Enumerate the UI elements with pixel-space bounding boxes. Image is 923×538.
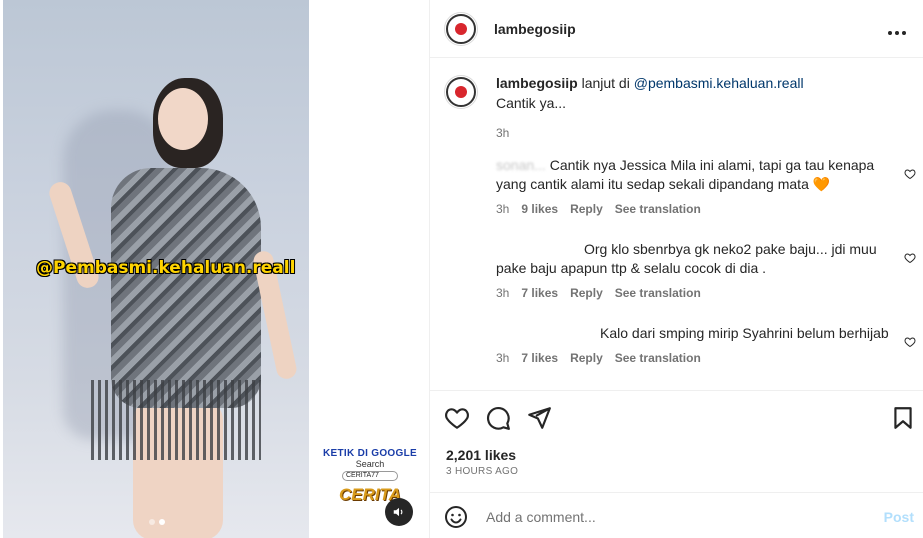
comment-text: Kalo dari smping mirip Syahrini belum be… <box>600 325 889 341</box>
carousel-dots <box>149 519 165 525</box>
comment-username[interactable]: sonan... <box>496 157 546 173</box>
comment-item: Org klo sbenrbya gk neko2 pake baju... j… <box>496 240 896 303</box>
comment-likes[interactable]: 9 likes <box>521 200 558 219</box>
comment-time[interactable]: 3h <box>496 200 509 219</box>
post-photo[interactable]: @Pembasmi.kehaluan.reall <box>3 0 309 538</box>
post-actions: 2,201 likes 3 HOURS AGO <box>430 390 923 500</box>
header-username[interactable]: lambegosiip <box>494 21 576 37</box>
caption-username[interactable]: lambegosiip <box>496 75 578 91</box>
see-translation-button[interactable]: See translation <box>615 284 701 303</box>
post-time[interactable]: 3 HOURS AGO <box>446 466 518 477</box>
reply-button[interactable]: Reply <box>570 200 603 219</box>
see-translation-button[interactable]: See translation <box>615 349 701 368</box>
comment-likes[interactable]: 7 likes <box>521 349 558 368</box>
like-comment-heart-icon[interactable] <box>904 336 916 348</box>
comment-bubble-icon[interactable] <box>485 405 511 431</box>
sponsor-line1: KETIK DI GOOGLE <box>323 448 417 459</box>
face <box>158 88 208 150</box>
carousel-dot-active[interactable] <box>159 519 165 525</box>
like-comment-heart-icon[interactable] <box>904 252 916 264</box>
more-options-button[interactable] <box>887 20 907 41</box>
comment-item: Kalo dari smping mirip Syahrini belum be… <box>496 324 896 368</box>
post-caption: lambegosiip lanjut di @pembasmi.kehaluan… <box>444 73 904 143</box>
post-button[interactable]: Post <box>884 509 914 525</box>
comment-item: sonan... Cantik nya Jessica Mila ini ala… <box>496 156 896 219</box>
comment-time[interactable]: 3h <box>496 349 509 368</box>
more-horizontal-icon <box>888 31 906 35</box>
caption-text: Cantik ya... <box>496 95 567 111</box>
sound-toggle-button[interactable] <box>385 498 413 526</box>
share-paper-plane-icon[interactable] <box>526 405 552 431</box>
post-header: lambegosiip <box>430 0 923 58</box>
comment-text: Org klo sbenrbya gk neko2 pake baju... j… <box>496 241 877 276</box>
comment-input[interactable] <box>486 507 866 527</box>
caption-avatar[interactable] <box>444 75 478 109</box>
save-bookmark-icon[interactable] <box>890 405 916 431</box>
like-comment-heart-icon[interactable] <box>904 168 916 180</box>
sponsor-search-box: CERITA77 <box>342 471 398 481</box>
reply-button[interactable]: Reply <box>570 349 603 368</box>
comment-text: Cantik nya Jessica Mila ini alami, tapi … <box>496 157 875 192</box>
watermark-text: @Pembasmi.kehaluan.reall <box>36 258 296 278</box>
likes-count[interactable]: 2,201 likes <box>446 447 516 463</box>
speaker-icon <box>393 507 403 517</box>
sequin-dress <box>111 168 261 408</box>
dress-fringe <box>91 380 261 460</box>
caption-prefix: lanjut di <box>581 75 630 91</box>
carousel-dot[interactable] <box>149 519 155 525</box>
emoji-icon[interactable] <box>444 505 468 529</box>
avatar[interactable] <box>444 11 478 46</box>
sponsor-line2: Search <box>355 459 385 469</box>
comment-likes[interactable]: 7 likes <box>521 284 558 303</box>
comments-section[interactable]: lambegosiip lanjut di @pembasmi.kehaluan… <box>430 58 923 390</box>
post-details-panel: lambegosiip lambegosiip lanjut di @pemba… <box>429 0 923 538</box>
see-translation-button[interactable]: See translation <box>615 200 701 219</box>
caption-time[interactable]: 3h <box>496 123 509 143</box>
reply-button[interactable]: Reply <box>570 284 603 303</box>
comment-composer: Post <box>430 492 923 538</box>
post-media: @Pembasmi.kehaluan.reall KETIK DI GOOGLE… <box>0 0 429 538</box>
caption-mention[interactable]: @pembasmi.kehaluan.reall <box>634 75 804 91</box>
like-heart-icon[interactable] <box>444 405 470 431</box>
comment-time[interactable]: 3h <box>496 284 509 303</box>
